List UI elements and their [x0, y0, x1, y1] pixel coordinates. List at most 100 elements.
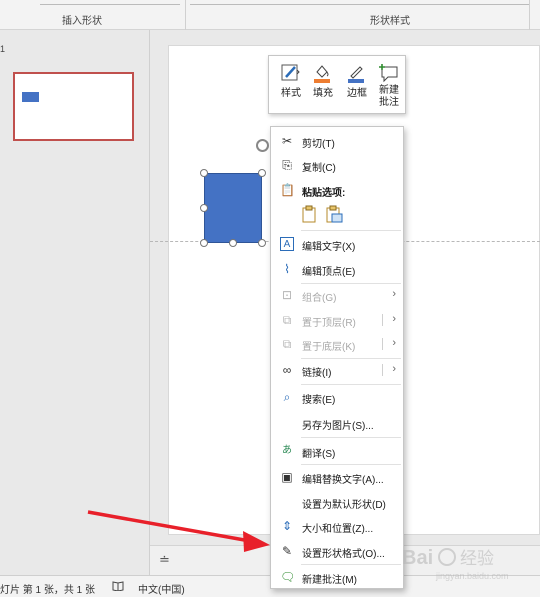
- menu-item-link[interactable]: ∞ 链接(I) ›: [271, 359, 403, 381]
- menu-separator: [301, 230, 401, 231]
- new-comment-label-line2: 批注: [379, 97, 399, 108]
- ribbon-style-gallery-edge: [190, 0, 530, 5]
- slide-thumbnail-1[interactable]: [13, 72, 134, 141]
- ribbon: 插入形状 形状样式: [0, 0, 540, 30]
- language-indicator[interactable]: 中文(中国): [138, 581, 185, 596]
- menu-item-edit-alt-text[interactable]: ▣ 编辑替换文字(A)...: [271, 466, 403, 488]
- copy-icon: ⎘: [282, 158, 292, 172]
- menu-item-edit-text[interactable]: A 编辑文字(X): [271, 233, 403, 255]
- menu-item-save-as-picture[interactable]: 另存为图片(S)...: [271, 412, 403, 434]
- menu-separator: [301, 464, 401, 465]
- fill-button[interactable]: 填充: [307, 60, 339, 110]
- menu-separator: [301, 384, 401, 385]
- menu-item-cut[interactable]: ✂ 剪切(T): [271, 130, 403, 152]
- thumbnail-shape: [22, 92, 39, 102]
- baidu-watermark-logo: Bai 经验 jingyan.baidu.com: [400, 540, 530, 584]
- outline-button[interactable]: 边框: [341, 60, 373, 110]
- slide-thumbnail-pane: 1: [0, 30, 150, 575]
- svg-text:Bai: Bai: [402, 547, 433, 569]
- menu-item-new-comment[interactable]: 🗨 新建批注(M): [271, 566, 403, 588]
- outline-pen-icon: [346, 62, 368, 84]
- menu-item-search[interactable]: ⌕ 搜索(E): [271, 386, 403, 408]
- mini-toolbar: 样式 填充 边框 新建 批注: [268, 55, 406, 114]
- menu-item-translate[interactable]: あ 翻译(S): [271, 440, 403, 462]
- menu-separator: [301, 437, 401, 438]
- submenu-arrow-icon: ›: [392, 288, 396, 300]
- send-to-back-icon: ⧉: [282, 337, 292, 351]
- split-divider: [382, 364, 383, 376]
- style-button[interactable]: 样式: [275, 60, 307, 110]
- bring-to-front-icon: ⧉: [282, 313, 292, 327]
- resize-handle-w[interactable]: [200, 204, 208, 212]
- group-icon: ⊡: [281, 288, 293, 302]
- new-comment-label-line1: 新建: [379, 85, 399, 96]
- link-icon: ∞: [282, 363, 292, 377]
- group-label-insert-shapes: 插入形状: [62, 16, 102, 27]
- ribbon-divider-right: [529, 0, 530, 30]
- paste-picture-icon[interactable]: [325, 205, 343, 223]
- menu-item-format-shape[interactable]: ✎ 设置形状格式(O)...: [271, 540, 403, 562]
- size-position-icon: ⇕: [281, 519, 293, 533]
- menu-label: 置于底层(K): [302, 342, 356, 353]
- fill-label: 填充: [313, 88, 333, 99]
- selected-rectangle-shape[interactable]: [204, 173, 262, 243]
- menu-item-bring-to-front[interactable]: ⧉ 置于顶层(R) ›: [271, 309, 403, 331]
- new-comment-icon: [378, 62, 400, 84]
- search-icon: ⌕: [283, 390, 291, 404]
- submenu-arrow-icon: ›: [392, 363, 396, 375]
- outline-label: 边框: [347, 88, 367, 99]
- split-divider: [382, 314, 383, 326]
- style-label: 样式: [281, 88, 301, 99]
- book-icon[interactable]: [112, 580, 124, 594]
- menu-label: 大小和位置(Z)...: [302, 524, 374, 535]
- paste-keep-source-icon[interactable]: [301, 205, 319, 223]
- resize-handle-sw[interactable]: [200, 239, 208, 247]
- menu-label: 另存为图片(S)...: [302, 421, 374, 432]
- slide-count: 灯片 第 1 张，共 1 张: [0, 585, 96, 596]
- edit-points-icon: ⌇: [284, 262, 290, 276]
- context-menu: ✂ 剪切(T) ⎘ 复制(C) 📋 粘贴选项: A 编辑文字(X) ⌇ 编辑顶点…: [270, 126, 404, 589]
- slide-number: 1: [0, 44, 6, 54]
- menu-item-size-position[interactable]: ⇕ 大小和位置(Z)...: [271, 515, 403, 537]
- resize-handle-se[interactable]: [258, 239, 266, 247]
- submenu-arrow-icon: ›: [392, 313, 396, 325]
- menu-item-group[interactable]: ⊡ 组合(G) ›: [271, 284, 403, 306]
- menu-label: 新建批注(M): [302, 575, 357, 586]
- menu-paste-options-header: 📋 粘贴选项:: [271, 179, 403, 201]
- menu-item-copy[interactable]: ⎘ 复制(C): [271, 154, 403, 176]
- svg-text:经验: 经验: [460, 549, 494, 569]
- edit-text-icon: A: [280, 237, 294, 251]
- menu-label: 设置形状格式(O)...: [302, 549, 385, 560]
- submenu-arrow-icon: ›: [392, 337, 396, 349]
- menu-label: 组合(G): [302, 293, 337, 304]
- resize-handle-ne[interactable]: [258, 169, 266, 177]
- menu-item-set-default-shape[interactable]: 设置为默认形状(D): [271, 491, 403, 513]
- menu-item-edit-points[interactable]: ⌇ 编辑顶点(E): [271, 258, 403, 280]
- format-shape-icon: ✎: [281, 544, 293, 558]
- menu-label: 复制(C): [302, 163, 336, 174]
- fill-bucket-icon: [312, 62, 334, 84]
- menu-label: 粘贴选项:: [302, 188, 346, 199]
- ribbon-gallery-edge: [40, 0, 180, 5]
- style-brush-icon: [280, 62, 302, 84]
- notes-icon[interactable]: ≐: [159, 552, 170, 568]
- menu-label: 置于顶层(R): [302, 318, 356, 329]
- menu-label: 编辑替换文字(A)...: [302, 475, 384, 486]
- group-label-shape-styles: 形状样式: [370, 16, 410, 27]
- menu-label: 翻译(S): [302, 449, 336, 460]
- split-divider: [382, 338, 383, 350]
- scissors-icon: ✂: [281, 134, 293, 148]
- menu-label: 编辑顶点(E): [302, 267, 356, 278]
- rotate-handle-icon[interactable]: [256, 139, 269, 152]
- alt-text-icon: ▣: [281, 470, 293, 484]
- menu-label: 编辑文字(X): [302, 242, 356, 253]
- comment-icon: 🗨: [280, 570, 296, 584]
- resize-handle-nw[interactable]: [200, 169, 208, 177]
- menu-label: 剪切(T): [302, 139, 335, 150]
- menu-item-send-to-back[interactable]: ⧉ 置于底层(K) ›: [271, 333, 403, 355]
- menu-label: 搜索(E): [302, 395, 336, 406]
- clipboard-icon: 📋: [280, 183, 295, 197]
- svg-text:jingyan.baidu.com: jingyan.baidu.com: [435, 571, 509, 581]
- new-comment-button[interactable]: 新建 批注: [373, 60, 405, 110]
- resize-handle-s[interactable]: [229, 239, 237, 247]
